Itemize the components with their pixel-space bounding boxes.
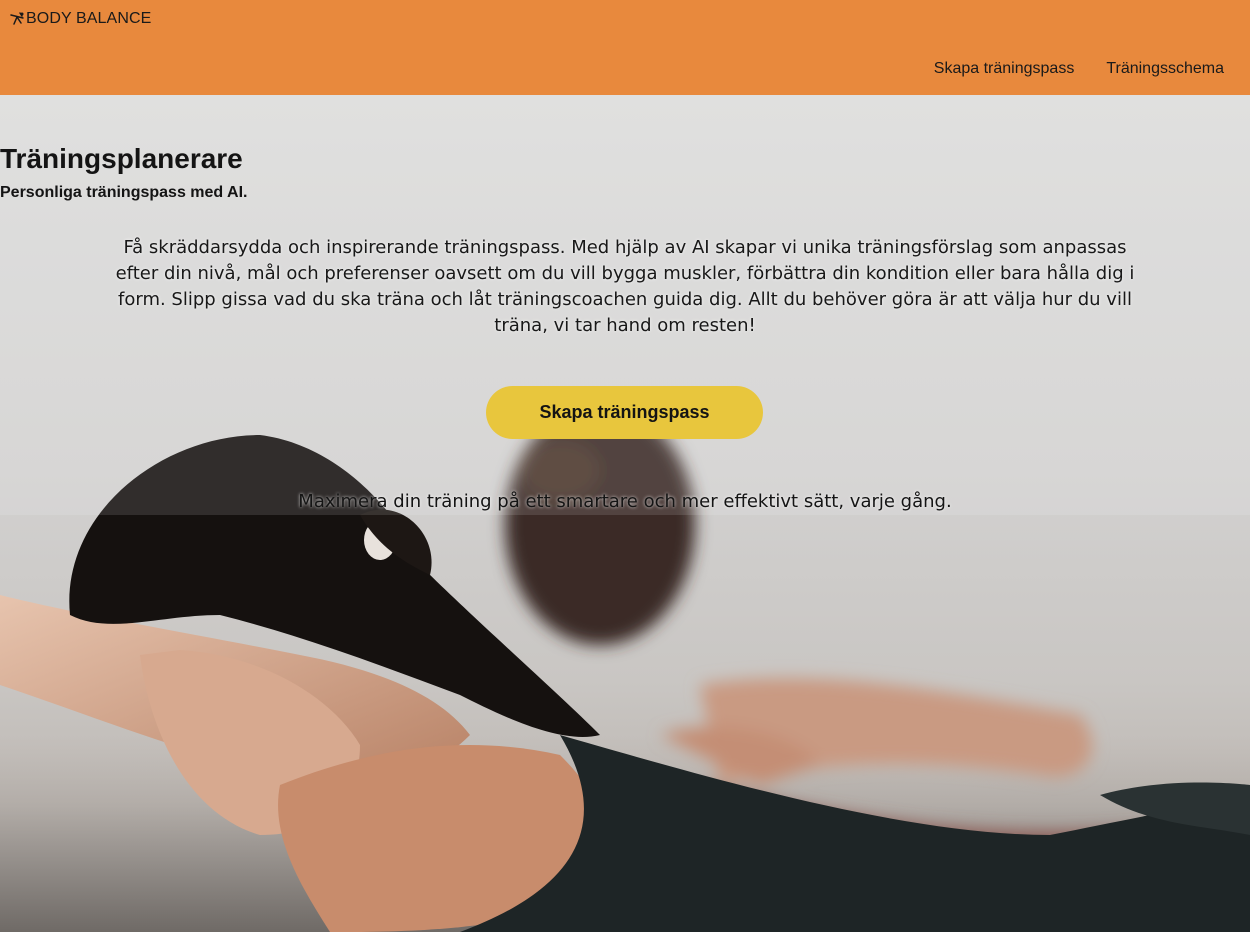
nav-link-schedule[interactable]: Träningsschema [1106, 60, 1224, 78]
hero-tagline: Maximera din träning på ett smartare och… [298, 491, 952, 512]
create-workout-button[interactable]: Skapa träningspass [486, 386, 763, 439]
main-nav: Skapa träningspass Träningsschema [934, 60, 1224, 78]
hero-section: Träningsplanerare Personliga träningspas… [0, 95, 1250, 932]
site-header: BODY BALANCE Skapa träningspass Tränings… [0, 0, 1250, 95]
brand-name: BODY BALANCE [26, 10, 152, 27]
nav-link-create-workout[interactable]: Skapa träningspass [934, 60, 1075, 78]
hero-description: Få skräddarsydda och inspirerande tränin… [115, 237, 1135, 336]
page-title: Träningsplanerare [0, 143, 243, 174]
running-figure-icon [10, 12, 24, 25]
brand-logo[interactable]: BODY BALANCE [8, 10, 151, 28]
hero-background-image [0, 95, 1250, 932]
page-subtitle: Personliga träningspass med AI. [0, 184, 248, 201]
